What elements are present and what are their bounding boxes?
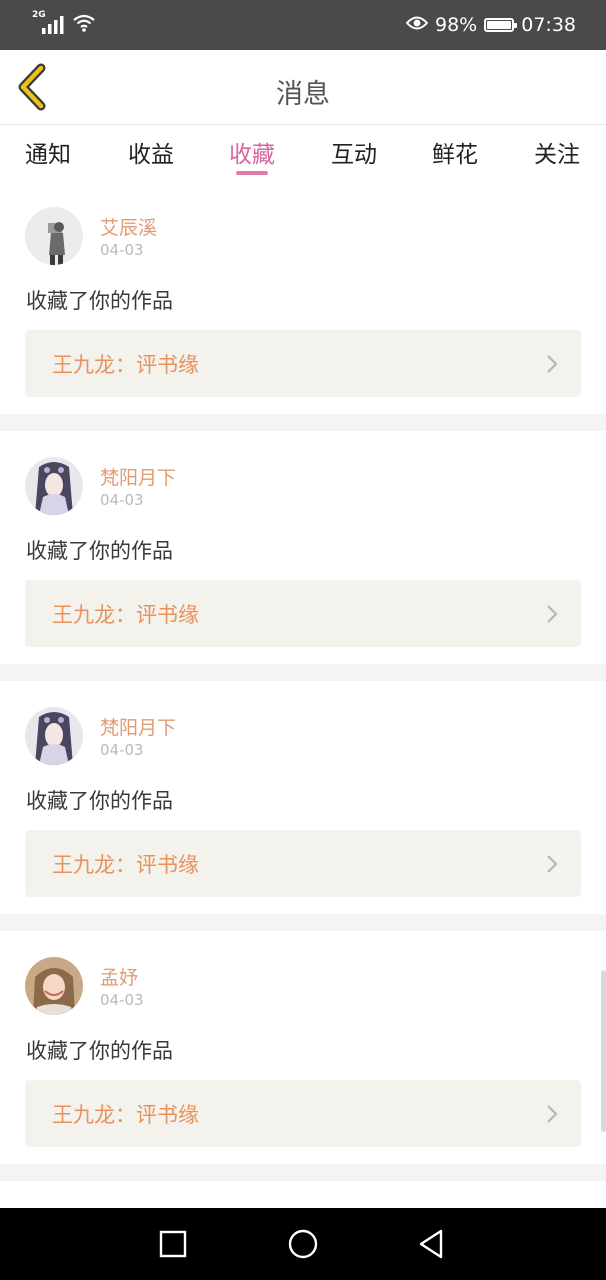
notification-date: 04-03 <box>100 741 144 759</box>
action-text: 收藏了你的作品 <box>26 1039 173 1063</box>
avatar[interactable] <box>25 207 83 265</box>
chevron-right-icon <box>547 855 558 873</box>
action-text: 收藏了你的作品 <box>26 289 173 313</box>
system-nav-bar <box>0 1208 606 1280</box>
avatar[interactable] <box>25 707 83 765</box>
system-back-button[interactable] <box>416 1228 448 1260</box>
work-link[interactable]: 王九龙：评书缘 <box>25 330 581 397</box>
clock: 07:38 <box>521 14 576 36</box>
home-icon <box>288 1229 318 1259</box>
username[interactable]: 梵阳月下 <box>100 463 176 490</box>
work-link[interactable]: 王九龙：评书缘 <box>25 830 581 897</box>
action-text: 收藏了你的作品 <box>26 789 173 813</box>
tab-favorites[interactable]: 收藏 <box>229 135 275 169</box>
tab-notifications[interactable]: 通知 <box>25 135 71 169</box>
battery-percent: 98% <box>435 14 478 36</box>
recent-apps-button[interactable] <box>157 1228 189 1260</box>
work-title: 王九龙：评书缘 <box>52 1103 199 1127</box>
action-text: 收藏了你的作品 <box>26 539 173 563</box>
work-link[interactable]: 王九龙：评书缘 <box>25 580 581 647</box>
home-button[interactable] <box>287 1228 319 1260</box>
avatar[interactable] <box>25 457 83 515</box>
status-right: 98% 07:38 <box>405 11 576 39</box>
username[interactable]: 艾辰溪 <box>100 213 157 240</box>
status-left: 2G <box>32 10 96 38</box>
tab-earnings[interactable]: 收益 <box>128 135 174 169</box>
chevron-right-icon <box>547 355 558 373</box>
notification-list: 艾辰溪 04-03 收藏了你的作品 王九龙：评书缘 梵阳月下 04-03 收藏了… <box>0 181 606 1221</box>
active-tab-indicator <box>236 171 268 175</box>
chevron-right-icon <box>547 1105 558 1123</box>
list-item: 梵阳月下 04-03 收藏了你的作品 王九龙：评书缘 <box>0 431 606 664</box>
tab-bar: 通知 收益 收藏 互动 鲜花 关注 <box>0 125 606 181</box>
work-title: 王九龙：评书缘 <box>52 603 199 627</box>
recent-apps-icon <box>159 1230 187 1258</box>
tab-flowers[interactable]: 鲜花 <box>432 135 478 169</box>
page-title: 消息 <box>276 79 330 110</box>
scrollbar[interactable] <box>601 970 606 1132</box>
back-triangle-icon <box>419 1229 443 1259</box>
username[interactable]: 孟妤 <box>100 963 138 990</box>
notification-date: 04-03 <box>100 241 144 259</box>
battery-icon <box>484 18 518 32</box>
notification-date: 04-03 <box>100 991 144 1009</box>
signal-icon: 2G <box>32 10 64 36</box>
notification-date: 04-03 <box>100 491 144 509</box>
tab-interactions[interactable]: 互动 <box>331 135 377 169</box>
work-title: 王九龙：评书缘 <box>52 353 199 377</box>
list-item: 梵阳月下 04-03 收藏了你的作品 王九龙：评书缘 <box>0 681 606 914</box>
wifi-icon <box>72 13 96 37</box>
eye-icon <box>405 14 429 36</box>
work-title: 王九龙：评书缘 <box>52 853 199 877</box>
username[interactable]: 梵阳月下 <box>100 713 176 740</box>
work-link[interactable]: 王九龙：评书缘 <box>25 1080 581 1147</box>
chevron-right-icon <box>547 605 558 623</box>
tab-following[interactable]: 关注 <box>534 135 580 169</box>
list-item: 孟妤 04-03 收藏了你的作品 王九龙：评书缘 <box>0 931 606 1164</box>
avatar[interactable] <box>25 957 83 1015</box>
top-app-bar: 消息 <box>0 50 606 125</box>
list-item: 艾辰溪 04-03 收藏了你的作品 王九龙：评书缘 <box>0 181 606 414</box>
status-bar: 2G 98% 07:38 <box>0 0 606 50</box>
